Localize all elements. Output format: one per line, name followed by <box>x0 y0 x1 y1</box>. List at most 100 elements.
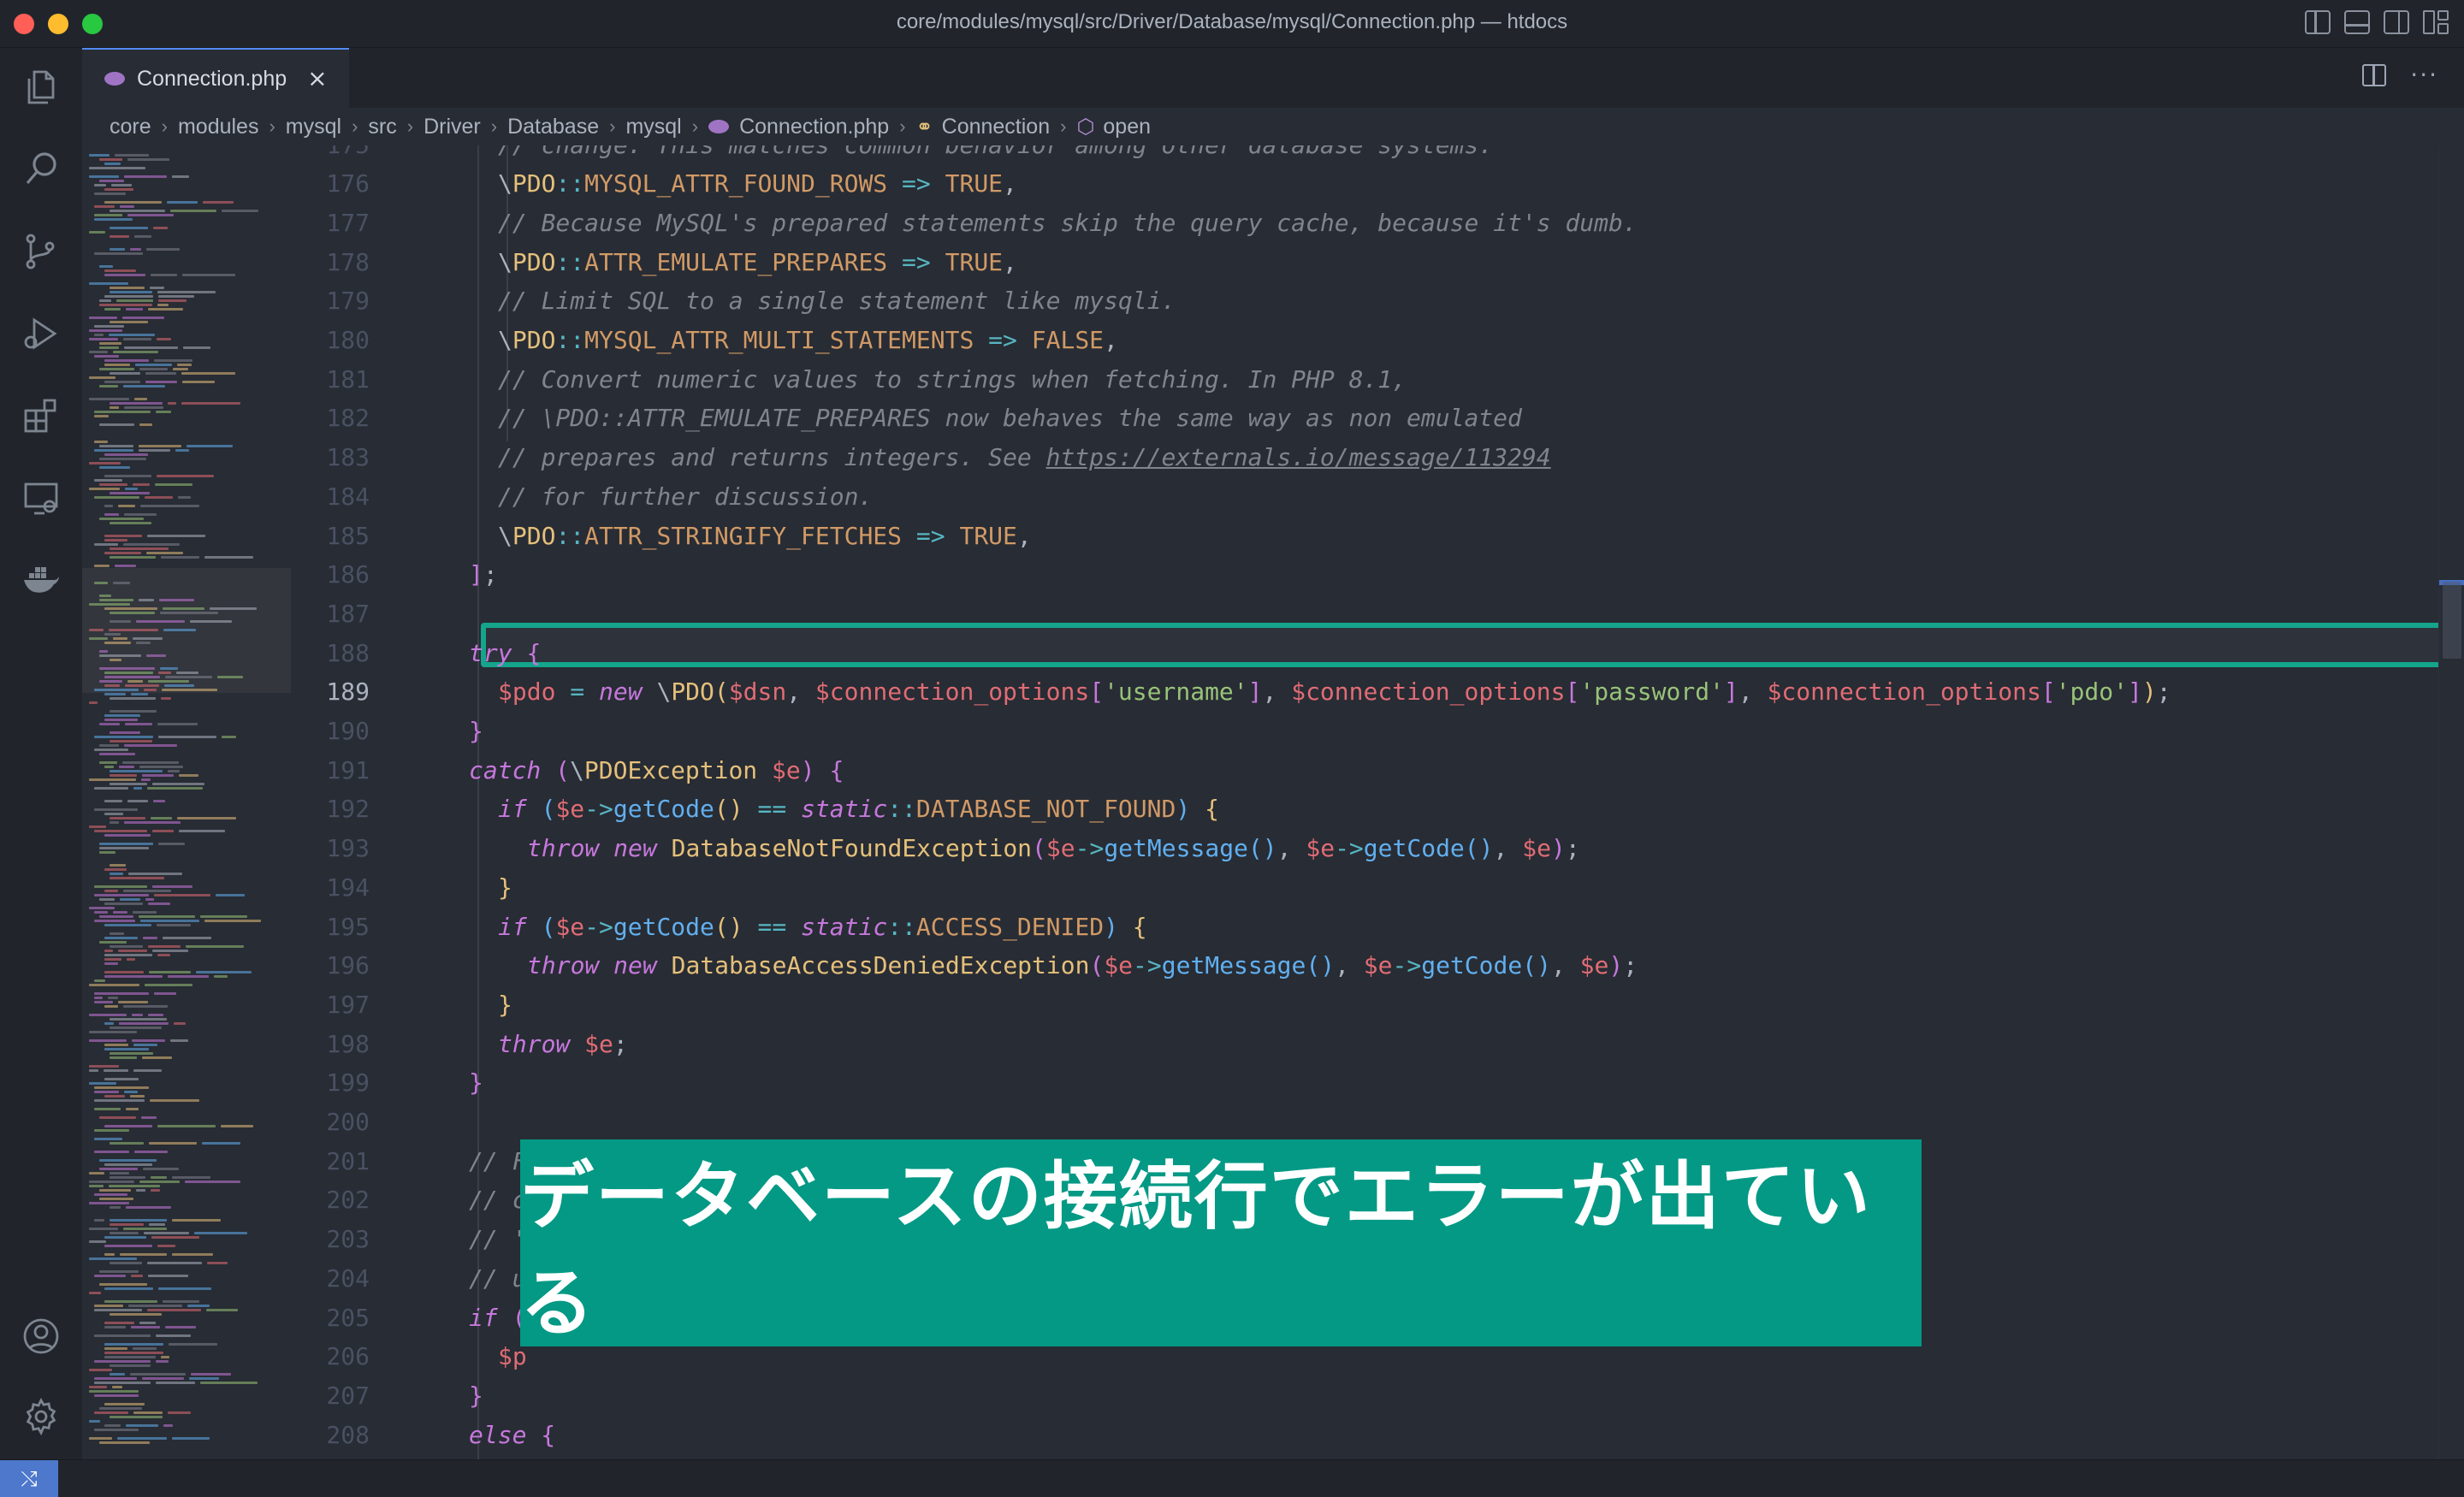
code-line[interactable]: 189 $pdo = new \PDO($dsn, $connection_opt… <box>291 674 2438 710</box>
code-line[interactable]: 184 // for further discussion. <box>291 478 2438 514</box>
minimap-line <box>133 911 157 914</box>
minimap-line <box>110 402 163 405</box>
breadcrumb-item[interactable]: Driver <box>424 115 481 139</box>
minimap-line <box>94 582 108 584</box>
title-bar: core/modules/mysql/src/Driver/Database/m… <box>0 0 2464 48</box>
window-title: core/modules/mysql/src/Driver/Database/m… <box>896 10 1568 33</box>
breadcrumb-item[interactable]: src <box>368 115 396 139</box>
minimap[interactable] <box>82 145 291 1459</box>
code-text: throw $e; <box>498 1030 628 1058</box>
minimap-line <box>104 513 119 516</box>
minimap-line <box>94 1129 129 1132</box>
code-line[interactable]: 181 // Convert numeric values to strings … <box>291 361 2438 397</box>
more-actions-icon[interactable]: ··· <box>2410 63 2438 87</box>
code-line[interactable]: 196 throw new DatabaseAccessDeniedExcepti… <box>291 948 2438 984</box>
code-line[interactable]: 179 // Limit SQL to a single statement li… <box>291 283 2438 319</box>
explorer-icon[interactable] <box>21 67 62 108</box>
breadcrumb: core › modules › mysql › src › Driver › Database › m… <box>82 108 2464 145</box>
settings-gear-icon[interactable] <box>21 1396 62 1437</box>
minimap-line <box>178 496 191 499</box>
scrollbar-thumb[interactable] <box>2443 582 2461 659</box>
run-debug-icon[interactable] <box>21 313 62 354</box>
code-token: static <box>801 912 888 941</box>
code-line[interactable]: 187 <box>291 595 2438 631</box>
code-text: catch (\PDOException $e) { <box>469 756 844 784</box>
code-line[interactable]: 207} <box>291 1377 2438 1413</box>
line-number: 206 <box>326 1342 370 1371</box>
code-line[interactable]: 188 try { <box>291 635 2438 671</box>
code-line[interactable]: 190} <box>291 713 2438 749</box>
extensions-icon[interactable] <box>21 395 62 436</box>
code-line[interactable]: 195 if ($e->getCode() == static::ACCESS_D… <box>291 908 2438 944</box>
minimap-line <box>99 1441 150 1444</box>
minimap-line <box>202 1142 240 1145</box>
breadcrumb-item[interactable]: mysql <box>286 115 341 139</box>
vertical-scrollbar[interactable] <box>2438 145 2464 1459</box>
breadcrumb-separator: › <box>269 115 275 137</box>
customize-layout-icon[interactable] <box>2423 10 2449 34</box>
code-line[interactable]: 175 // change. This matches common behavi… <box>291 145 2438 163</box>
code-line[interactable]: 191 catch (\PDOException $e) { <box>291 752 2438 788</box>
code-line[interactable]: 208 else { <box>291 1417 2438 1453</box>
breadcrumb-item[interactable]: Database <box>507 115 599 139</box>
code-line[interactable]: 192 if ($e->getCode() == static::DATABASE… <box>291 791 2438 827</box>
toggle-secondary-sidebar-icon[interactable] <box>2384 10 2409 34</box>
toggle-panel-icon[interactable] <box>2344 10 2370 34</box>
code-line[interactable]: 182 // \PDO::ATTR_EMULATE_PREPARES now be… <box>291 400 2438 436</box>
tab-connection-php[interactable]: Connection.php × <box>82 48 349 108</box>
split-editor-icon[interactable] <box>2362 64 2387 86</box>
minimap-line <box>151 1176 167 1179</box>
breadcrumb-item[interactable]: ⚭ Connection <box>916 115 1051 139</box>
breadcrumb-item[interactable]: modules <box>178 115 259 139</box>
minimap-line <box>94 894 149 896</box>
breadcrumb-label: core <box>110 114 151 139</box>
code-line[interactable]: 183 // prepares and returns integers. See… <box>291 440 2438 476</box>
code-line[interactable]: 194} <box>291 869 2438 905</box>
account-icon[interactable] <box>21 1316 62 1357</box>
minimap-line <box>127 214 174 216</box>
docker-icon[interactable] <box>21 559 62 601</box>
code-line[interactable]: 199} <box>291 1065 2438 1101</box>
line-number: 192 <box>326 795 370 824</box>
minimap-line <box>99 158 122 161</box>
code-line[interactable]: 177 // Because MySQL's prepared statement… <box>291 204 2438 240</box>
code-line[interactable]: 200 <box>291 1104 2438 1140</box>
minimap-line <box>104 274 145 276</box>
minimap-line <box>161 556 199 559</box>
toggle-primary-sidebar-icon[interactable] <box>2305 10 2331 34</box>
code-link[interactable]: https://externals.io/message/113294 <box>1046 443 1551 471</box>
breadcrumb-item[interactable]: Connection.php <box>708 115 889 139</box>
code-line[interactable]: 180 \PDO::MYSQL_ATTR_MULTI_STATEMENTS => … <box>291 322 2438 358</box>
remote-explorer-icon[interactable] <box>21 477 62 518</box>
breadcrumb-item[interactable]: core <box>110 115 151 139</box>
remote-indicator-icon[interactable]: ⤭ <box>0 1460 58 1497</box>
code-line[interactable]: 198 throw $e; <box>291 1026 2438 1062</box>
close-tab-icon[interactable]: × <box>307 67 327 91</box>
code-text: } <box>498 873 512 902</box>
source-control-icon[interactable] <box>21 231 62 272</box>
minimap-line <box>157 954 170 956</box>
code-line[interactable]: 197} <box>291 986 2438 1022</box>
minimap-line <box>140 920 199 922</box>
breadcrumb-item[interactable]: mysql <box>625 115 681 139</box>
code-line[interactable]: 178 \PDO::ATTR_EMULATE_PREPARES => TRUE, <box>291 244 2438 280</box>
code-token: ATTR_STRINGIFY_FETCHES <box>584 521 903 550</box>
breadcrumb-item[interactable]: ⬡ open <box>1076 115 1151 139</box>
code-line[interactable]: 185 \PDO::ATTR_STRINGIFY_FETCHES => TRUE, <box>291 518 2438 553</box>
search-icon[interactable] <box>21 149 62 190</box>
minimap-line <box>89 603 130 606</box>
minimap-line <box>99 445 133 447</box>
minimap-line <box>187 445 233 447</box>
code-line[interactable]: 186]; <box>291 557 2438 593</box>
breadcrumb-separator: › <box>352 115 358 137</box>
minimap-line <box>94 205 115 208</box>
minimap-line <box>120 898 140 901</box>
code-token: , <box>1003 247 1017 276</box>
code-line[interactable]: 176 \PDO::MYSQL_ATTR_FOUND_ROWS => TRUE, <box>291 166 2438 202</box>
minimap-line <box>104 359 149 362</box>
minimap-line <box>151 1189 160 1192</box>
code-line[interactable]: 193 throw new DatabaseNotFoundException($… <box>291 831 2438 867</box>
